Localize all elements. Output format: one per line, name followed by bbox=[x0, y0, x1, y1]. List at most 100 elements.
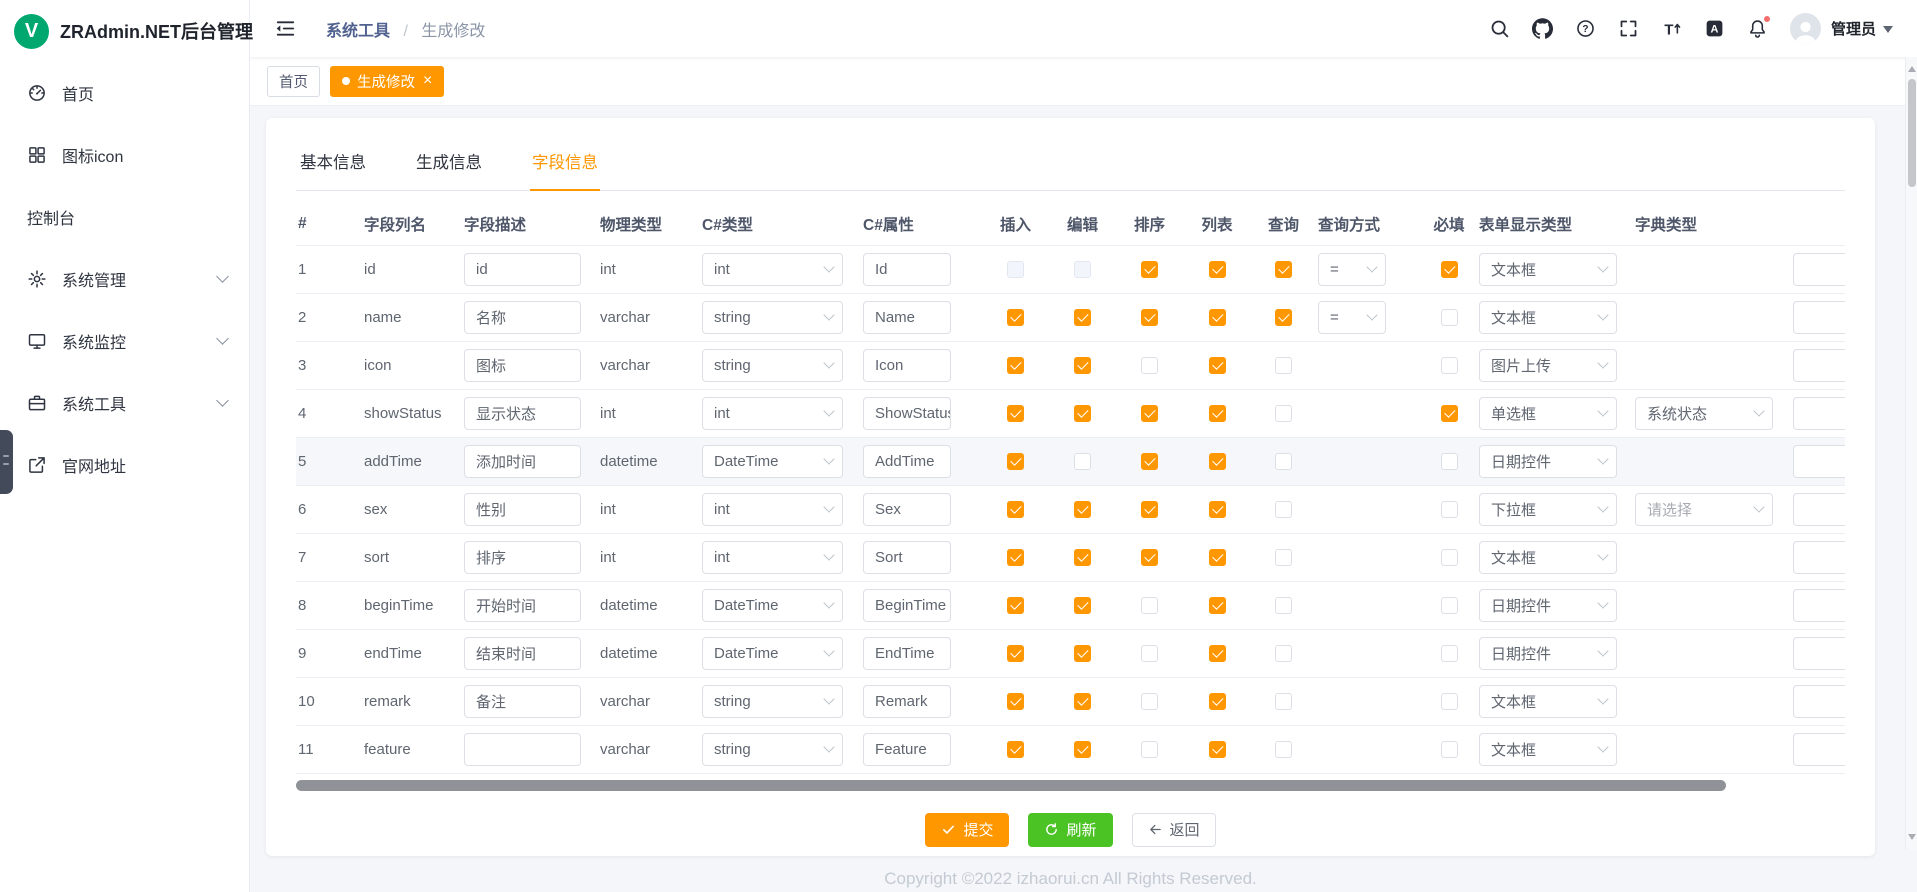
overflow-input[interactable] bbox=[1793, 589, 1845, 622]
tag-gen-edit[interactable]: 生成修改× bbox=[330, 66, 444, 97]
font-size-icon[interactable]: T bbox=[1661, 18, 1682, 39]
insert-checkbox[interactable] bbox=[1007, 405, 1024, 422]
csharp-type-select[interactable]: string bbox=[702, 349, 843, 382]
list-checkbox[interactable] bbox=[1209, 357, 1226, 374]
horizontal-scrollbar-thumb[interactable] bbox=[296, 780, 1726, 791]
description-input[interactable]: 显示状态 bbox=[464, 397, 581, 430]
sort-checkbox[interactable] bbox=[1141, 597, 1158, 614]
overflow-input[interactable] bbox=[1793, 685, 1845, 718]
display-type-select[interactable]: 日期控件 bbox=[1479, 589, 1617, 622]
description-input[interactable]: 排序 bbox=[464, 541, 581, 574]
edit-checkbox[interactable] bbox=[1074, 405, 1091, 422]
vertical-scrollbar[interactable] bbox=[1905, 57, 1917, 849]
sort-checkbox[interactable] bbox=[1141, 501, 1158, 518]
sort-checkbox[interactable] bbox=[1141, 357, 1158, 374]
display-type-select[interactable]: 文本框 bbox=[1479, 253, 1617, 286]
fullscreen-icon[interactable] bbox=[1618, 18, 1639, 39]
query-checkbox[interactable] bbox=[1275, 453, 1292, 470]
query-checkbox[interactable] bbox=[1275, 261, 1292, 278]
csharp-property-input[interactable]: Icon bbox=[863, 349, 951, 382]
query-checkbox[interactable] bbox=[1275, 501, 1292, 518]
required-checkbox[interactable] bbox=[1441, 261, 1458, 278]
edit-checkbox[interactable] bbox=[1074, 309, 1091, 326]
list-checkbox[interactable] bbox=[1209, 693, 1226, 710]
insert-checkbox[interactable] bbox=[1007, 453, 1024, 470]
csharp-property-input[interactable]: Name bbox=[863, 301, 951, 334]
overflow-input[interactable] bbox=[1793, 301, 1845, 334]
description-input[interactable]: 结束时间 bbox=[464, 637, 581, 670]
edit-checkbox[interactable] bbox=[1074, 549, 1091, 566]
tag-home[interactable]: 首页 bbox=[267, 66, 320, 97]
description-input[interactable]: 添加时间 bbox=[464, 445, 581, 478]
csharp-type-select[interactable]: DateTime bbox=[702, 445, 843, 478]
close-icon[interactable]: × bbox=[423, 73, 432, 89]
description-input[interactable]: 备注 bbox=[464, 685, 581, 718]
list-checkbox[interactable] bbox=[1209, 549, 1226, 566]
display-type-select[interactable]: 单选框 bbox=[1479, 397, 1617, 430]
sort-checkbox[interactable] bbox=[1141, 741, 1158, 758]
csharp-property-input[interactable]: EndTime bbox=[863, 637, 951, 670]
github-icon[interactable] bbox=[1532, 18, 1553, 39]
list-checkbox[interactable] bbox=[1209, 597, 1226, 614]
list-checkbox[interactable] bbox=[1209, 645, 1226, 662]
theme-drawer-handle[interactable] bbox=[0, 430, 13, 494]
user-name[interactable]: 管理员 bbox=[1831, 18, 1876, 39]
collapse-sidebar-icon[interactable] bbox=[274, 17, 297, 40]
edit-checkbox[interactable] bbox=[1074, 501, 1091, 518]
breadcrumb-item[interactable]: 系统工具 bbox=[326, 23, 390, 40]
sidebar-item-home[interactable]: 首页 bbox=[0, 62, 249, 124]
vertical-scrollbar-thumb[interactable] bbox=[1908, 79, 1916, 187]
edit-checkbox[interactable] bbox=[1074, 453, 1091, 470]
csharp-type-select[interactable]: int bbox=[702, 397, 843, 430]
query-checkbox[interactable] bbox=[1275, 357, 1292, 374]
insert-checkbox[interactable] bbox=[1007, 549, 1024, 566]
csharp-property-input[interactable]: AddTime bbox=[863, 445, 951, 478]
query-type-select[interactable]: = bbox=[1318, 253, 1386, 286]
horizontal-scrollbar[interactable] bbox=[296, 780, 1845, 791]
query-checkbox[interactable] bbox=[1275, 741, 1292, 758]
csharp-type-select[interactable]: DateTime bbox=[702, 589, 843, 622]
help-icon[interactable]: ? bbox=[1575, 18, 1596, 39]
edit-checkbox[interactable] bbox=[1074, 357, 1091, 374]
language-icon[interactable]: A bbox=[1704, 18, 1725, 39]
overflow-input[interactable] bbox=[1793, 541, 1845, 574]
csharp-type-select[interactable]: DateTime bbox=[702, 637, 843, 670]
csharp-type-select[interactable]: int bbox=[702, 253, 843, 286]
list-checkbox[interactable] bbox=[1209, 309, 1226, 326]
sort-checkbox[interactable] bbox=[1141, 309, 1158, 326]
scroll-down-arrow-icon[interactable] bbox=[1908, 834, 1916, 844]
sort-checkbox[interactable] bbox=[1141, 453, 1158, 470]
insert-checkbox[interactable] bbox=[1007, 693, 1024, 710]
required-checkbox[interactable] bbox=[1441, 405, 1458, 422]
required-checkbox[interactable] bbox=[1441, 549, 1458, 566]
list-checkbox[interactable] bbox=[1209, 261, 1226, 278]
required-checkbox[interactable] bbox=[1441, 597, 1458, 614]
sort-checkbox[interactable] bbox=[1141, 549, 1158, 566]
tab-gen-info[interactable]: 生成信息 bbox=[414, 144, 484, 190]
user-menu-chevron-icon[interactable] bbox=[1883, 26, 1893, 38]
dict-type-select[interactable]: 请选择 bbox=[1635, 493, 1773, 526]
list-checkbox[interactable] bbox=[1209, 453, 1226, 470]
sort-checkbox[interactable] bbox=[1141, 693, 1158, 710]
list-checkbox[interactable] bbox=[1209, 501, 1226, 518]
sort-checkbox[interactable] bbox=[1141, 405, 1158, 422]
list-checkbox[interactable] bbox=[1209, 741, 1226, 758]
query-checkbox[interactable] bbox=[1275, 405, 1292, 422]
description-input[interactable]: 开始时间 bbox=[464, 589, 581, 622]
sidebar-item-system-management[interactable]: 系统管理 bbox=[0, 248, 249, 310]
insert-checkbox[interactable] bbox=[1007, 645, 1024, 662]
overflow-input[interactable] bbox=[1793, 733, 1845, 766]
csharp-type-select[interactable]: string bbox=[702, 685, 843, 718]
display-type-select[interactable]: 文本框 bbox=[1479, 733, 1617, 766]
query-checkbox[interactable] bbox=[1275, 645, 1292, 662]
overflow-input[interactable] bbox=[1793, 637, 1845, 670]
csharp-property-input[interactable]: Sex bbox=[863, 493, 951, 526]
query-type-select[interactable]: = bbox=[1318, 301, 1386, 334]
display-type-select[interactable]: 文本框 bbox=[1479, 301, 1617, 334]
query-checkbox[interactable] bbox=[1275, 597, 1292, 614]
description-input[interactable]: 名称 bbox=[464, 301, 581, 334]
csharp-property-input[interactable]: Remark bbox=[863, 685, 951, 718]
edit-checkbox[interactable] bbox=[1074, 645, 1091, 662]
insert-checkbox[interactable] bbox=[1007, 357, 1024, 374]
search-icon[interactable] bbox=[1489, 18, 1510, 39]
